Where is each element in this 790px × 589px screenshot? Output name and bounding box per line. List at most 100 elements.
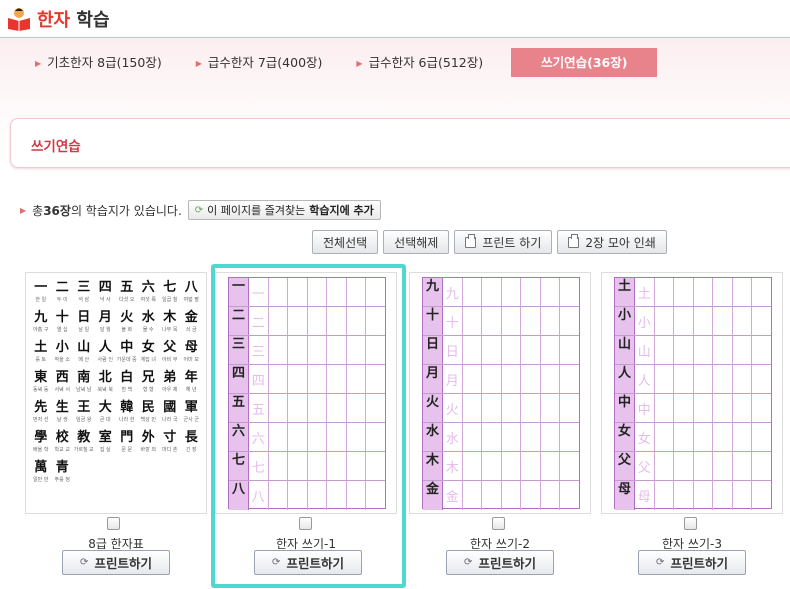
hanja-cell: 金 쇠 금 [181,309,203,339]
title-part2: 학습 [76,10,110,31]
hanja-char: 五 [120,280,134,295]
tab-level-6[interactable]: ▶ 급수한자 6급(512장) [346,48,507,77]
grid-row: 月月 [423,365,579,394]
practice-cell [733,278,753,306]
print-button[interactable]: 프린트 하기 [454,230,553,254]
hanja-reading: 큰 대 [99,417,111,423]
select-checkbox[interactable] [107,517,120,530]
select-all-button[interactable]: 전체선택 [312,230,379,254]
print-sheet-button[interactable]: ⟳ 프린트하기 [638,550,746,575]
practice-cell [560,307,579,335]
worksheet-thumb-writing-2[interactable]: 九九十十日日月月火火水水木木金金 [409,272,591,514]
practice-cell [560,278,579,306]
select-checkbox[interactable] [492,517,505,530]
tab-writing-practice[interactable]: 쓰기연습(36장) [511,48,658,77]
hanja-table-row: 一 한 일 二 두 이 三 석 삼 四 넉 사 五 다섯 오 六 여섯 륙 七 일곱 칠 八 여덟 팔 [30,279,204,309]
hanja-cell: 門 문 문 [116,429,138,459]
practice-cell [655,278,675,306]
hanja-reading: 먼저 선 [33,417,49,423]
trace-char-cell: 父 [635,452,655,480]
hanja-char: 八 [184,280,198,295]
practice-cell [674,278,694,306]
action-buttons: 전체선택 선택해제 프린트 하기 2장 모아 인쇄 [312,230,667,254]
add-favorite-button[interactable]: ⟳ 이 페이지를 즐겨찾는 학습지에 추가 [187,200,381,220]
hanja-cell: 九 아홉 구 [30,309,52,339]
model-char: 人 [617,366,631,381]
hanja-cell: 東 동녘 동 [30,369,52,399]
printer-icon [568,233,580,248]
hanja-char: 韓 [120,400,134,415]
hanja-cell: 七 일곱 칠 [159,279,181,309]
hanja-char: 四 [98,280,112,295]
info-row: ▶ 총 36장 의 학습지가 있습니다. ⟳ 이 페이지를 즐겨찾는 학습지에 추… [20,200,381,220]
select-all-label: 전체선택 [323,235,368,250]
grid-row: 小小 [615,307,771,336]
hanja-cell: 年 해 년 [181,369,203,399]
hanja-reading: 일곱 칠 [162,297,178,303]
practice-cell [521,365,541,393]
hanja-reading: 계집 녀 [140,357,156,363]
tab-level-7[interactable]: ▶ 급수한자 7급(400장) [186,48,347,77]
hanja-reading: 배울 학 [33,447,49,453]
hanja-reading: 서녘 서 [54,387,70,393]
hanja-char: 青 [55,460,69,475]
practice-cell [521,278,541,306]
practice-cell [713,307,733,335]
print-2up-button[interactable]: 2장 모아 인쇄 [557,230,667,254]
practice-cell [502,307,522,335]
practice-cell [655,481,675,510]
model-char-cell: 小 [615,307,635,335]
model-char-cell: 金 [423,481,443,510]
print-sheet-button[interactable]: ⟳ 프린트하기 [62,550,170,575]
practice-cell [463,278,483,306]
deselect-button[interactable]: 선택해제 [383,230,450,254]
hanja-reading: 한 일 [35,297,47,303]
model-char: 中 [617,395,631,410]
hanja-cell: 八 여덟 팔 [181,279,203,309]
grid-row: 十十 [423,307,579,336]
practice-cell [674,365,694,393]
practice-cell [482,452,502,480]
hanja-table-row: 學 배울 학 校 학교 교 教 가르칠 교 室 집 실 門 문 문 外 바깥 외 寸 마디 촌 長 긴 장 [30,429,204,459]
hanja-reading: 다섯 오 [119,297,135,303]
practice-cell [482,336,502,364]
model-char-cell: 日 [423,336,443,364]
hanja-reading: 해 년 [185,387,197,393]
hanja-char: 十 [55,310,69,325]
tab-label: 기초한자 8급(150장) [47,55,162,70]
worksheet-thumb-writing-3[interactable]: 土土小小山山人人中中女女父父母母 [601,272,783,514]
practice-cell [655,452,675,480]
hanja-reading: 열 십 [56,327,68,333]
hanja-reading: 일만 만 [33,477,49,483]
sheet-count: 36장 [43,203,71,218]
worksheet-thumb-hanja-table[interactable]: 一 한 일 二 두 이 三 석 삼 四 넉 사 五 다섯 오 六 여섯 륙 七 일곱 칠 八 여덟 팔 九 아홉 … [25,272,207,514]
hanja-cell: 軍 군사 군 [181,399,203,429]
practice-cell [752,481,771,510]
select-checkbox[interactable] [684,517,697,530]
hanja-char: 水 [141,310,155,325]
practice-cell [482,394,502,422]
triangle-right-icon: ▶ [195,59,202,68]
tab-basic-8[interactable]: ▶ 기초한자 8급(150장) [25,48,186,77]
hanja-reading: 흙 토 [35,357,47,363]
grid-row: 土土 [615,278,771,307]
hanja-reading: 학교 교 [54,447,70,453]
model-char: 女 [617,424,631,439]
hanja-char: 兄 [141,370,155,385]
print-sheet-button[interactable]: ⟳ 프린트하기 [446,550,554,575]
hanja-reading: 임금 왕 [76,417,92,423]
logo[interactable]: 한자 학습 [6,6,110,32]
hanja-reading: 아우 제 [162,387,178,393]
hanja-cell: 西 서녘 서 [52,369,74,399]
hanja-reading: 북녘 북 [97,387,113,393]
model-char-cell: 母 [615,481,635,510]
hanja-cell: 六 여섯 륙 [138,279,160,309]
hanja-cell: 女 계집 녀 [138,339,160,369]
practice-cell [463,423,483,451]
hanja-cell: 南 남녘 남 [73,369,95,399]
print-label: 프린트하기 [94,556,152,571]
hanja-char: 寸 [163,430,177,445]
practice-cell [694,307,714,335]
model-char: 日 [425,337,439,352]
hanja-table-row: 先 먼저 선 生 날 생 王 임금 왕 大 큰 대 韓 나라 한 民 백성 민 國 나라 국 軍 군사 군 [30,399,204,429]
